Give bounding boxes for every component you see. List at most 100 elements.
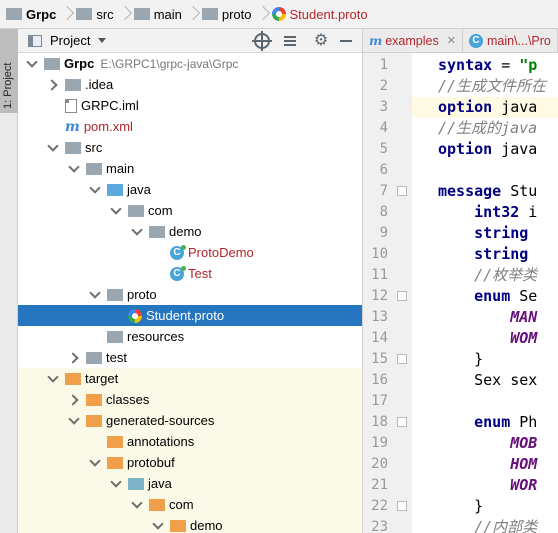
code-line: WOR bbox=[412, 475, 558, 496]
tree-item-label: protobuf bbox=[127, 455, 175, 470]
line-number: 4 bbox=[379, 120, 388, 136]
tree-row[interactable]: Student.proto bbox=[18, 305, 362, 326]
tree-item-label: com bbox=[169, 497, 194, 512]
breadcrumb-item[interactable]: Student.proto bbox=[271, 0, 372, 28]
chevron-down-icon[interactable] bbox=[89, 179, 101, 200]
code-token: Sex sex bbox=[438, 371, 538, 389]
line-number: 16 bbox=[371, 372, 388, 388]
chevron-down-icon[interactable] bbox=[26, 53, 38, 74]
fold-marker-icon[interactable] bbox=[397, 186, 407, 196]
close-icon[interactable]: ✕ bbox=[447, 34, 456, 47]
tree-row[interactable]: .idea bbox=[18, 74, 362, 95]
fold-marker-icon[interactable] bbox=[397, 291, 407, 301]
tree-row[interactable]: GRPC.iml bbox=[18, 95, 362, 116]
tree-row[interactable]: target bbox=[18, 368, 362, 389]
tree-row[interactable]: test bbox=[18, 347, 362, 368]
breadcrumb-item[interactable]: Grpc bbox=[6, 0, 60, 28]
excluded-folder-icon bbox=[170, 519, 186, 532]
tree-row[interactable]: java bbox=[18, 473, 362, 494]
editor-tab[interactable]: m examples ✕ bbox=[363, 29, 463, 52]
chevron-down-icon[interactable] bbox=[68, 410, 80, 431]
tree-row[interactable]: demo bbox=[18, 515, 362, 533]
chevron-down-icon[interactable] bbox=[98, 38, 107, 43]
folder-icon bbox=[76, 8, 93, 20]
gear-icon[interactable]: ⚙ bbox=[313, 33, 329, 49]
fold-marker-icon[interactable] bbox=[397, 417, 407, 427]
chevron-down-icon[interactable] bbox=[110, 200, 122, 221]
code-token: java bbox=[492, 140, 538, 158]
java-class-icon: C bbox=[170, 265, 186, 281]
tree-row[interactable]: classes bbox=[18, 389, 362, 410]
code-line: //生成的java bbox=[412, 118, 558, 139]
hide-panel-icon[interactable] bbox=[338, 33, 354, 49]
collapse-all-icon[interactable] bbox=[282, 33, 298, 49]
code-editor[interactable]: syntax = "p//生成文件所在 option java//生成的java o… bbox=[412, 53, 558, 533]
line-number: 14 bbox=[371, 330, 388, 346]
tree-row[interactable]: C Test bbox=[18, 263, 362, 284]
breadcrumb-item[interactable]: src bbox=[76, 0, 117, 28]
editor-tab[interactable]: Cmain\...\Pro bbox=[463, 29, 558, 52]
tree-item-label: .idea bbox=[85, 77, 114, 92]
chevron-down-icon[interactable] bbox=[47, 137, 59, 158]
maven-icon: m bbox=[65, 118, 80, 135]
tree-row[interactable]: resources bbox=[18, 326, 362, 347]
line-number: 7 bbox=[379, 183, 388, 199]
line-number: 2 bbox=[379, 78, 388, 94]
code-token: Stu bbox=[501, 182, 538, 200]
tree-row[interactable]: annotations bbox=[18, 431, 362, 452]
tree-item-label: classes bbox=[106, 392, 150, 407]
line-number: 5 bbox=[379, 141, 388, 157]
chevron-down-icon[interactable] bbox=[110, 473, 122, 494]
code-line: WOM bbox=[412, 328, 558, 349]
project-tool-window-tab[interactable]: 1: Project bbox=[0, 29, 18, 113]
tree-row[interactable]: java bbox=[18, 179, 362, 200]
chevron-right-icon[interactable] bbox=[68, 389, 80, 410]
tree-row[interactable]: com bbox=[18, 200, 362, 221]
tree-row[interactable]: Grpc E:\GRPC1\grpc-java\Grpc bbox=[18, 53, 362, 74]
tree-row[interactable]: com bbox=[18, 494, 362, 515]
chevron-down-icon[interactable] bbox=[89, 452, 101, 473]
tree-row[interactable]: demo bbox=[18, 221, 362, 242]
tree-item-label: Grpc bbox=[64, 56, 95, 71]
chevron-right-icon[interactable] bbox=[68, 347, 80, 368]
tree-row[interactable]: main bbox=[18, 158, 362, 179]
line-number: 8 bbox=[379, 204, 388, 220]
code-token: //生成文件所在 bbox=[438, 77, 547, 95]
chevron-right-icon[interactable] bbox=[47, 74, 59, 95]
tree-row[interactable]: proto bbox=[18, 284, 362, 305]
code-token: string bbox=[474, 245, 529, 263]
fold-marker-icon[interactable] bbox=[397, 501, 407, 511]
editor-tab-label: examples bbox=[385, 33, 439, 48]
breadcrumb-item[interactable]: main bbox=[133, 0, 186, 28]
tree-item-label: com bbox=[148, 203, 173, 218]
breadcrumb-item[interactable]: proto bbox=[201, 0, 256, 28]
chevron-down-icon[interactable] bbox=[152, 515, 164, 533]
chevron-down-icon[interactable] bbox=[89, 284, 101, 305]
project-tree: Grpc E:\GRPC1\grpc-java\Grpc .idea GRPC.iml… bbox=[18, 53, 362, 533]
excluded-folder-icon bbox=[86, 414, 102, 427]
chevron-down-icon[interactable] bbox=[68, 158, 80, 179]
line-number: 21 bbox=[371, 477, 388, 493]
tree-row[interactable]: src bbox=[18, 137, 362, 158]
chevron-down-icon[interactable] bbox=[47, 368, 59, 389]
excluded-folder-icon bbox=[86, 393, 102, 406]
tree-row[interactable]: m pom.xml bbox=[18, 116, 362, 137]
tree-row[interactable]: generated-sources bbox=[18, 410, 362, 431]
tree-row[interactable]: C ProtoDemo bbox=[18, 242, 362, 263]
chevron-down-icon[interactable] bbox=[131, 494, 143, 515]
chevron-down-icon[interactable] bbox=[131, 221, 143, 242]
project-view-selector[interactable]: Project bbox=[50, 33, 90, 48]
locate-file-icon[interactable] bbox=[252, 31, 272, 51]
tree-item-label: target bbox=[85, 371, 119, 386]
fold-marker-icon[interactable] bbox=[397, 354, 407, 364]
excluded-folder-icon bbox=[107, 456, 123, 469]
tree-row[interactable]: protobuf bbox=[18, 452, 362, 473]
